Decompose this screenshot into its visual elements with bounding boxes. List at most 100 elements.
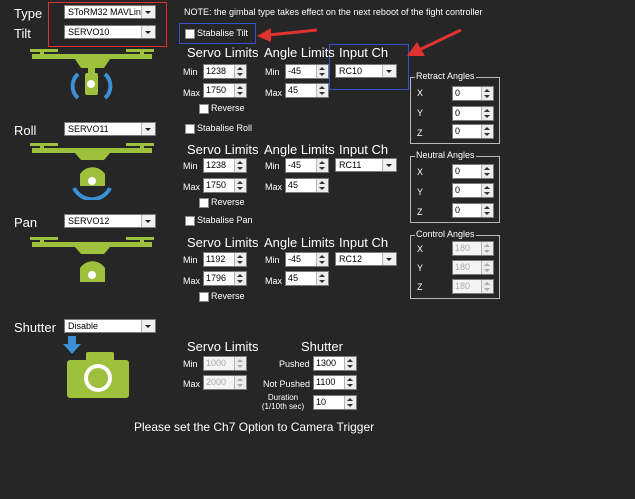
neutral-y-label: Y [417,187,424,197]
camera-icon [63,336,129,398]
shutter-select[interactable]: Disable [64,319,156,333]
spinner-icon[interactable] [234,65,246,78]
spinner-icon[interactable] [344,396,356,409]
spinner-icon[interactable] [481,87,493,100]
control-x-input: 180 [452,241,494,256]
duration-label: Duration (1/10th sec) [258,393,308,411]
spinner-icon[interactable] [481,107,493,120]
spinner-icon[interactable] [234,179,246,192]
roll-angle-max-input[interactable]: 45 [285,178,329,193]
spinner-icon[interactable] [481,204,493,217]
shutter-heading: Shutter [301,339,343,354]
roll-servo-limits-heading: Servo Limits [187,142,259,157]
tilt-input-ch-heading: Input Ch [339,45,389,60]
roll-servo-select[interactable]: SERVO11 [64,122,156,136]
spinner-icon[interactable] [316,272,328,285]
tilt-angle-min-input[interactable]: -45 [285,64,329,79]
tilt-input-ch-select[interactable]: RC10 [335,64,397,78]
neutral-x-input[interactable]: 0 [452,164,494,179]
red-arrow-icon [257,28,318,42]
chevron-down-icon[interactable] [141,320,155,332]
spinner-icon[interactable] [234,253,246,266]
shutter-max-value: 2000 [206,377,227,387]
control-y-input: 180 [452,260,494,275]
tilt-servo-max-value: 1750 [206,85,227,95]
reboot-note: NOTE: the gimbal type takes effect on th… [184,7,483,17]
drone-roll-icon [30,143,154,200]
control-y-label: Y [417,263,424,273]
retract-x-input[interactable]: 0 [452,86,494,101]
stabilise-pan-checkbox[interactable] [185,216,195,226]
duration-value: 10 [316,397,327,407]
tilt-servo-min-input[interactable]: 1238 [203,64,247,79]
spinner-icon[interactable] [481,165,493,178]
roll-input-ch-select[interactable]: RC11 [335,158,397,172]
chevron-down-icon[interactable] [382,65,396,77]
pushed-input[interactable]: 1300 [313,356,357,371]
roll-reverse-label: Reverse [211,197,245,207]
stabilise-roll-checkbox[interactable] [185,124,195,134]
spinner-icon[interactable] [234,159,246,172]
retract-z-input[interactable]: 0 [452,124,494,139]
duration-unit-text: (1/10th sec) [261,402,305,411]
camera-trigger-note: Please set the Ch7 Option to Camera Trig… [134,420,375,434]
neutral-z-label: Z [417,207,423,217]
neutral-z-input[interactable]: 0 [452,203,494,218]
pan-input-ch-value: RC12 [339,254,363,264]
retract-y-input[interactable]: 0 [452,106,494,121]
roll-angle-min-value: -45 [288,160,302,170]
chevron-down-icon[interactable] [382,253,396,265]
stabilise-roll-label: Stabalise Roll [197,123,253,133]
shutter-min-label: Min [183,359,198,369]
pan-reverse-checkbox[interactable] [199,292,209,302]
shutter-max-label: Max [183,379,201,389]
tilt-angle-max-input[interactable]: 45 [285,83,329,98]
pan-angle-max-input[interactable]: 45 [285,271,329,286]
neutral-y-input[interactable]: 0 [452,183,494,198]
tilt-reverse-checkbox[interactable] [199,104,209,114]
chevron-down-icon[interactable] [382,159,396,171]
spinner-icon[interactable] [234,84,246,97]
tilt-angle-limits-heading: Angle Limits [264,45,335,60]
chevron-down-icon[interactable] [141,123,155,135]
tilt-servo-min-label: Min [183,67,198,77]
roll-servo-max-input[interactable]: 1750 [203,178,247,193]
roll-servo-min-input[interactable]: 1238 [203,158,247,173]
tilt-angle-min-value: -45 [288,66,302,76]
pan-servo-max-value: 1796 [206,273,227,283]
tilt-servo-limits-heading: Servo Limits [187,45,259,60]
pan-servo-max-input[interactable]: 1796 [203,271,247,286]
pan-angle-min-input[interactable]: -45 [285,252,329,267]
spinner-icon[interactable] [344,357,356,370]
pan-servo-select[interactable]: SERVO12 [64,214,156,228]
chevron-down-icon[interactable] [141,215,155,227]
spinner-icon[interactable] [316,84,328,97]
drone-pan-icon [30,237,154,282]
duration-input[interactable]: 10 [313,395,357,410]
roll-reverse-checkbox[interactable] [199,198,209,208]
pan-input-ch-select[interactable]: RC12 [335,252,397,266]
spinner-icon[interactable] [316,179,328,192]
retract-angles-title: Retract Angles [415,71,476,81]
spinner-icon[interactable] [316,65,328,78]
roll-servo-max-label: Max [183,182,201,192]
tilt-servo-max-input[interactable]: 1750 [203,83,247,98]
spinner-icon[interactable] [316,159,328,172]
control-angles-title: Control Angles [415,229,476,239]
spinner-icon[interactable] [481,184,493,197]
drone-tilt-icon [30,49,154,100]
shutter-max-input: 2000 [203,375,247,390]
roll-angle-min-input[interactable]: -45 [285,158,329,173]
not-pushed-input[interactable]: 1100 [313,375,357,390]
red-arrow-icon [407,28,462,56]
neutral-angles-title: Neutral Angles [415,150,476,160]
neutral-y-value: 0 [455,185,461,195]
spinner-icon[interactable] [234,272,246,285]
pan-servo-min-input[interactable]: 1192 [203,252,247,267]
tilt-label: Tilt [14,26,31,41]
neutral-x-value: 0 [455,166,461,176]
spinner-icon[interactable] [316,253,328,266]
spinner-icon[interactable] [344,376,356,389]
spinner-icon[interactable] [481,125,493,138]
control-x-value: 180 [455,243,471,253]
